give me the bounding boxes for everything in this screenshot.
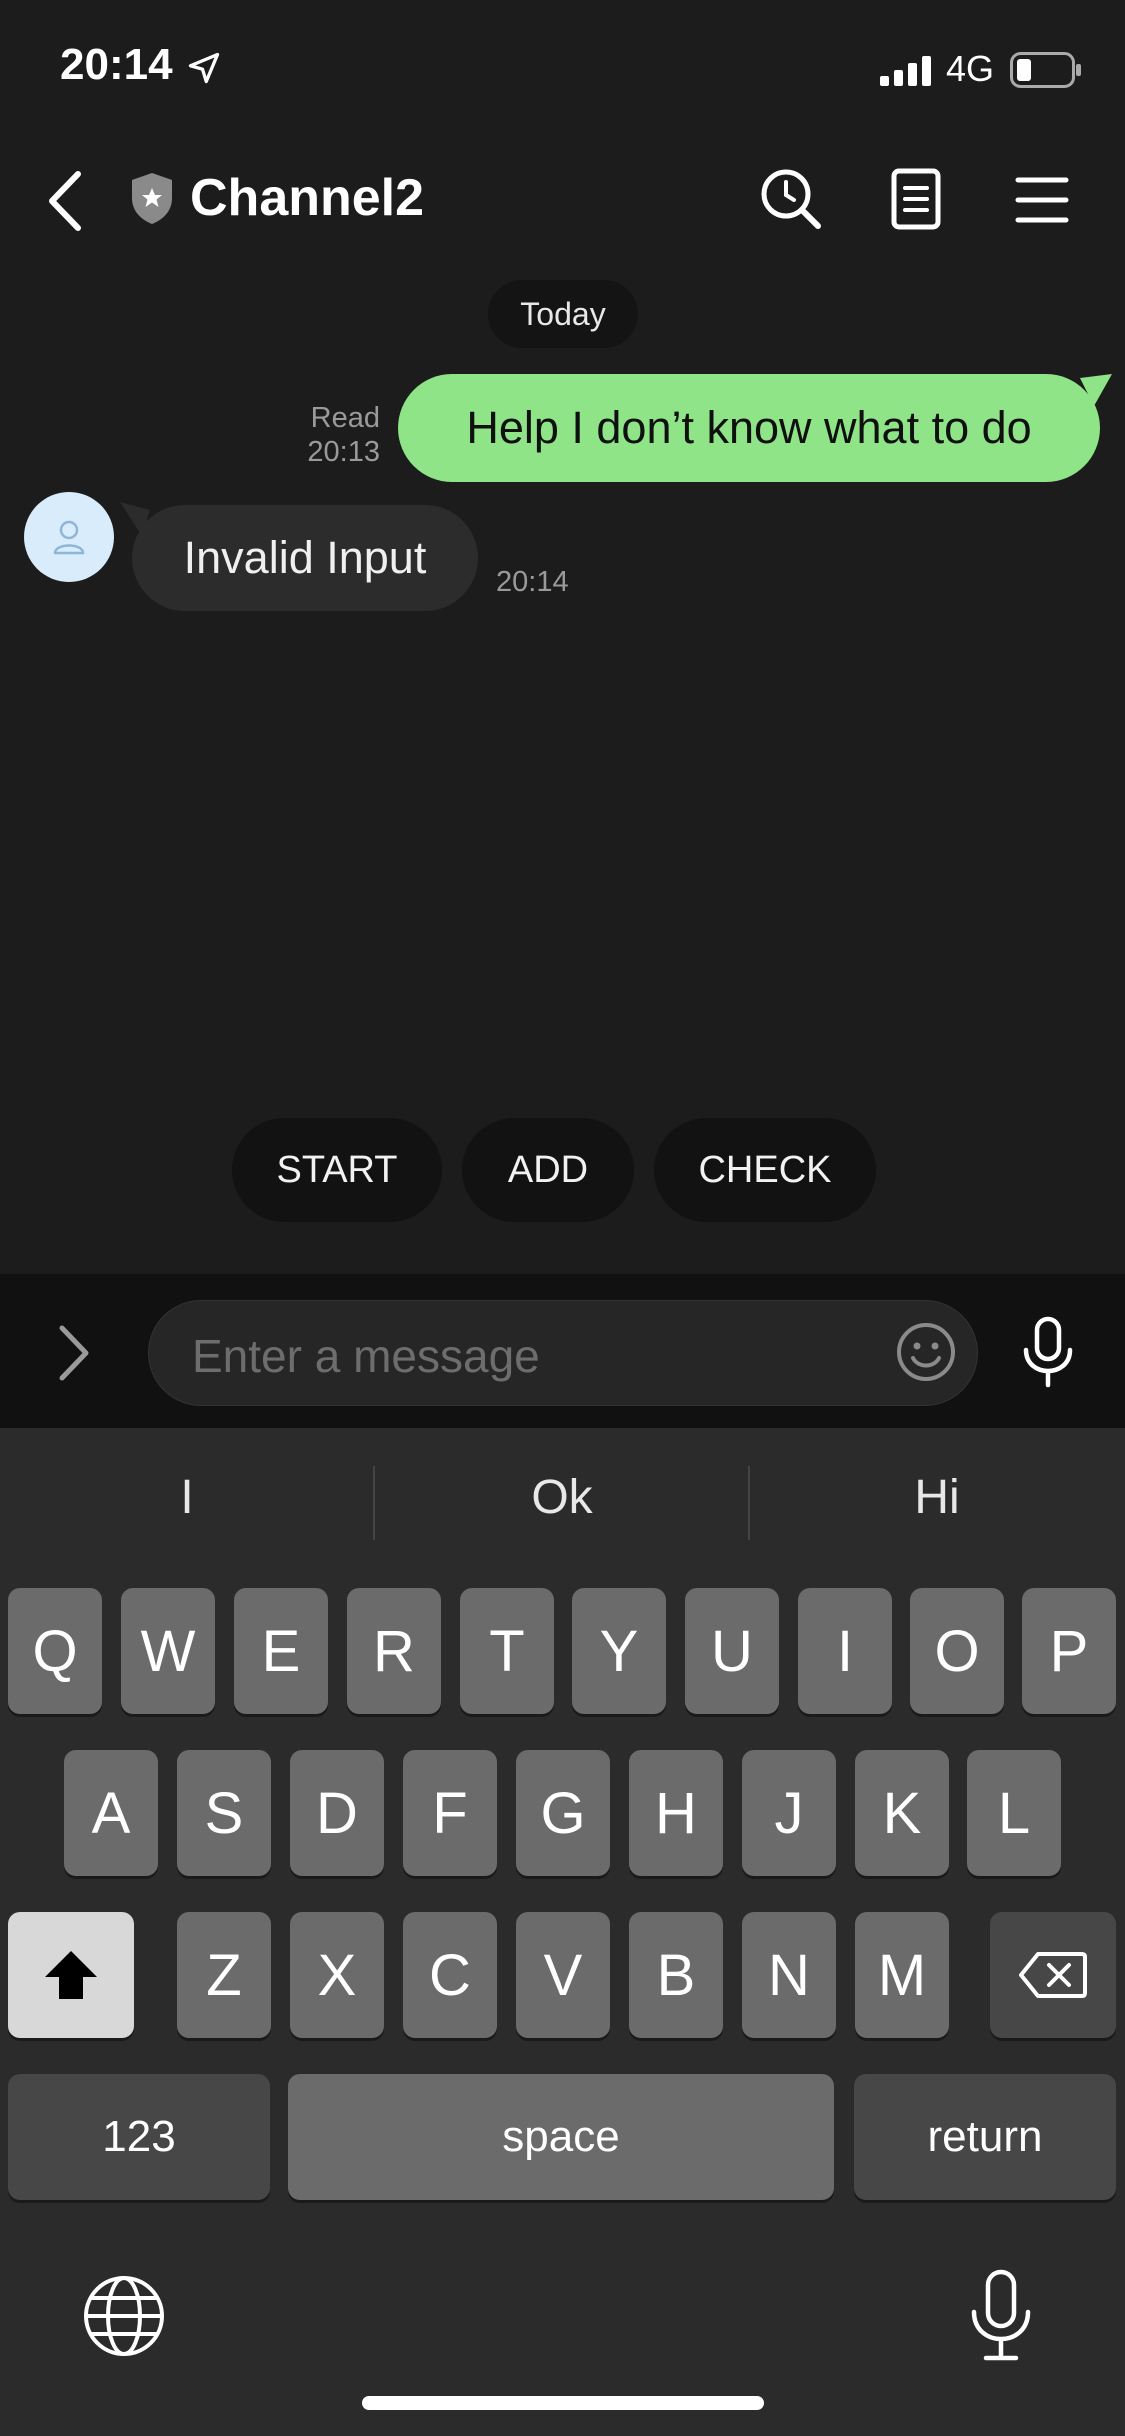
status-time: 20:14 [60, 40, 173, 89]
key-a[interactable]: A [64, 1750, 158, 1876]
emoji-icon[interactable] [894, 1320, 958, 1384]
sent-message-bubble[interactable]: Help I don’t know what to do [398, 374, 1100, 482]
suggestion-2[interactable]: Ok [375, 1470, 749, 1525]
microphone-icon[interactable] [1018, 1316, 1078, 1388]
expand-chevron-icon[interactable] [52, 1320, 96, 1386]
key-r[interactable]: R [347, 1588, 441, 1714]
suggestion-3[interactable]: Hi [750, 1470, 1124, 1525]
key-f[interactable]: F [403, 1750, 497, 1876]
signal-icon [880, 56, 931, 86]
key-y[interactable]: Y [572, 1588, 666, 1714]
key-n[interactable]: N [742, 1912, 836, 2038]
key-m[interactable]: M [855, 1912, 949, 2038]
return-key[interactable]: return [854, 2074, 1116, 2200]
avatar[interactable] [24, 492, 114, 582]
sent-timestamp: 20:13 [307, 436, 380, 468]
battery-icon [1010, 52, 1081, 88]
key-u[interactable]: U [685, 1588, 779, 1714]
quick-reply-add[interactable]: ADD [462, 1118, 634, 1222]
space-key[interactable]: space [288, 2074, 834, 2200]
quick-reply-start[interactable]: START [232, 1118, 442, 1222]
key-l[interactable]: L [967, 1750, 1061, 1876]
back-button[interactable] [40, 166, 90, 236]
shift-icon [45, 1951, 97, 1999]
key-k[interactable]: K [855, 1750, 949, 1876]
dictation-icon[interactable] [966, 2268, 1036, 2364]
message-placeholder: Enter a message [192, 1330, 540, 1382]
menu-icon[interactable] [1014, 172, 1070, 228]
key-p[interactable]: P [1022, 1588, 1116, 1714]
key-z[interactable]: Z [177, 1912, 271, 2038]
search-clock-icon[interactable] [758, 166, 824, 232]
shield-badge-icon [132, 173, 172, 224]
globe-icon[interactable] [82, 2274, 166, 2358]
quick-reply-check[interactable]: CHECK [654, 1118, 876, 1222]
home-indicator[interactable] [362, 2396, 764, 2410]
key-b[interactable]: B [629, 1912, 723, 2038]
key-w[interactable]: W [121, 1588, 215, 1714]
key-d[interactable]: D [290, 1750, 384, 1876]
key-e[interactable]: E [234, 1588, 328, 1714]
suggestion-1[interactable]: I [0, 1470, 374, 1525]
key-j[interactable]: J [742, 1750, 836, 1876]
delete-key[interactable] [990, 1912, 1116, 2038]
user-silhouette-icon [53, 520, 85, 555]
channel-title: Channel2 [190, 169, 425, 227]
date-separator: Today [488, 280, 638, 348]
key-h[interactable]: H [629, 1750, 723, 1876]
key-c[interactable]: C [403, 1912, 497, 2038]
received-timestamp: 20:14 [496, 566, 569, 598]
key-s[interactable]: S [177, 1750, 271, 1876]
key-x[interactable]: X [290, 1912, 384, 2038]
key-o[interactable]: O [910, 1588, 1004, 1714]
network-label: 4G [946, 48, 995, 89]
shift-key[interactable] [8, 1912, 134, 2038]
key-v[interactable]: V [516, 1912, 610, 2038]
delete-icon [1019, 1952, 1087, 1998]
notes-icon[interactable] [886, 166, 946, 232]
key-t[interactable]: T [460, 1588, 554, 1714]
key-g[interactable]: G [516, 1750, 610, 1876]
location-arrow-icon [188, 52, 220, 84]
received-message-bubble[interactable]: Invalid Input [132, 505, 478, 611]
key-q[interactable]: Q [8, 1588, 102, 1714]
key-i[interactable]: I [798, 1588, 892, 1714]
numbers-key[interactable]: 123 [8, 2074, 270, 2200]
read-receipt: Read [310, 402, 380, 434]
